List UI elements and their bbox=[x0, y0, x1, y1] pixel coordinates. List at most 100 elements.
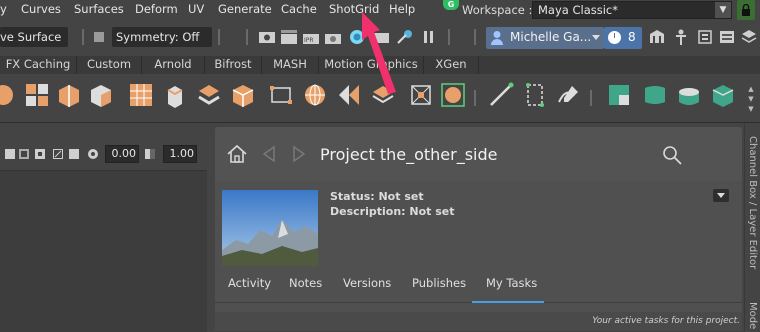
menu-generate[interactable]: Generate bbox=[218, 0, 272, 18]
exposure-field[interactable]: 0.00 bbox=[105, 145, 139, 163]
tab-my-tasks[interactable]: My Tasks bbox=[486, 276, 537, 290]
frame-all-icon[interactable] bbox=[52, 146, 64, 162]
footer-hint: Your active tasks for this project. bbox=[592, 316, 740, 326]
grid-sphere-icon[interactable] bbox=[440, 82, 466, 108]
grid-cube-icon[interactable] bbox=[128, 82, 154, 108]
tool-settings-icon[interactable] bbox=[718, 29, 736, 45]
divider bbox=[246, 29, 248, 45]
tab-motion-graphics[interactable]: Motion Graphics bbox=[319, 56, 424, 74]
menu-curves[interactable]: Curves bbox=[21, 0, 61, 18]
tab-activity[interactable]: Activity bbox=[228, 276, 271, 290]
tab-versions[interactable]: Versions bbox=[343, 276, 391, 290]
user-account-field[interactable]: Michelle Ga... bbox=[486, 27, 604, 49]
lock-icon[interactable] bbox=[737, 0, 755, 20]
aperture-icon[interactable] bbox=[86, 146, 100, 162]
bounding-box-icon[interactable] bbox=[408, 82, 434, 108]
menu-surfaces[interactable]: Surfaces bbox=[74, 0, 124, 18]
back-arrow-icon[interactable] bbox=[260, 145, 278, 163]
chevron-down-icon: ▼ bbox=[715, 2, 731, 18]
nurbs-square-icon[interactable] bbox=[606, 82, 632, 108]
character-icon[interactable] bbox=[672, 29, 690, 45]
snapshot-icon[interactable] bbox=[396, 29, 414, 45]
sphere-wire-icon[interactable] bbox=[302, 82, 328, 108]
bevel-cube-icon[interactable] bbox=[88, 82, 114, 108]
workspace-label: Workspace : bbox=[462, 3, 533, 17]
menu-shotgrid[interactable]: ShotGrid bbox=[329, 0, 379, 18]
tab-notes[interactable]: Notes bbox=[289, 276, 322, 290]
home-icon[interactable] bbox=[226, 144, 248, 164]
nurbs-cube-icon[interactable] bbox=[710, 82, 736, 108]
workspace-value: Maya Classic* bbox=[538, 3, 619, 17]
menu-deform[interactable]: Deform bbox=[135, 0, 178, 18]
pause-icon[interactable] bbox=[420, 29, 438, 45]
forward-arrow-icon[interactable] bbox=[290, 145, 308, 163]
channel-box-icon[interactable] bbox=[740, 29, 758, 45]
gamma-icon[interactable] bbox=[144, 146, 156, 162]
split-cube-icon[interactable] bbox=[56, 82, 82, 108]
details-dropdown-button[interactable] bbox=[713, 189, 729, 202]
divider bbox=[448, 29, 450, 45]
menu-cache[interactable]: Cache bbox=[281, 0, 317, 18]
layers-icon[interactable] bbox=[196, 82, 222, 108]
shelf-scroll-control[interactable]: ▲ ▼ ▼ bbox=[746, 84, 756, 116]
surface-mode-field[interactable]: ve Surface bbox=[0, 27, 68, 47]
clapper-icon[interactable] bbox=[280, 29, 298, 45]
chevron-down-icon bbox=[592, 35, 600, 40]
camera-sequencer-icon[interactable] bbox=[372, 29, 390, 45]
cv-box-icon[interactable] bbox=[522, 82, 548, 108]
bridge-icon[interactable] bbox=[336, 82, 362, 108]
symmetry-field[interactable]: Symmetry: Off bbox=[112, 27, 212, 47]
modeling-toolkit-tab[interactable]: Mode bbox=[747, 302, 758, 329]
tab-mash[interactable]: MASH bbox=[262, 56, 319, 74]
hypershade-icon[interactable] bbox=[348, 29, 366, 45]
tab-bifrost[interactable]: Bifrost bbox=[205, 56, 262, 74]
status-line-toolbar: ve Surface Symmetry: Off IPR Michelle Ga… bbox=[0, 21, 760, 55]
pencil-curve-icon[interactable] bbox=[556, 82, 582, 108]
nurbs-plane-icon[interactable] bbox=[642, 82, 668, 108]
multi-cube-icon[interactable] bbox=[24, 82, 50, 108]
notification-badge[interactable]: 8 bbox=[604, 27, 642, 49]
grid-toggle-icon[interactable] bbox=[4, 146, 16, 162]
tab-xgen[interactable]: XGen bbox=[424, 56, 479, 74]
tab-custom[interactable]: Custom bbox=[77, 56, 142, 74]
mode-icon[interactable] bbox=[90, 29, 108, 45]
render-view-icon[interactable] bbox=[258, 29, 276, 45]
tab-arnold[interactable]: Arnold bbox=[142, 56, 205, 74]
xray-icon[interactable] bbox=[18, 146, 30, 162]
user-name: Michelle Ga... bbox=[510, 30, 592, 44]
menu-help[interactable]: Help bbox=[389, 0, 415, 18]
display-icon[interactable] bbox=[68, 146, 80, 162]
channel-box-tab[interactable]: Channel Box / Layer Editor bbox=[747, 136, 758, 269]
viewport-canvas[interactable] bbox=[0, 170, 207, 332]
isolate-icon[interactable] bbox=[34, 146, 46, 162]
project-description: Description: Not set bbox=[330, 205, 455, 218]
divider bbox=[474, 29, 476, 45]
menu-item-partial[interactable]: y bbox=[0, 0, 7, 18]
project-title: Project the_other_side bbox=[320, 145, 498, 164]
ipr-render-icon[interactable]: IPR bbox=[302, 29, 320, 45]
shelf-tab-bar: FX Caching Custom Arnold Bifrost MASH Mo… bbox=[0, 56, 760, 74]
clock-icon bbox=[608, 31, 621, 44]
tab-fx-caching[interactable]: FX Caching bbox=[0, 56, 77, 74]
nurbs-cylinder-icon[interactable] bbox=[676, 82, 702, 108]
stack-icon[interactable] bbox=[370, 82, 396, 108]
asset-library-icon[interactable] bbox=[648, 29, 666, 45]
search-icon[interactable] bbox=[662, 145, 684, 165]
tab-publishes[interactable]: Publishes bbox=[412, 276, 466, 290]
notification-count: 8 bbox=[628, 30, 636, 44]
rectangle-select-icon[interactable] bbox=[268, 82, 294, 108]
project-status: Status: Not set bbox=[330, 190, 424, 203]
sphere-tool-icon[interactable] bbox=[0, 82, 16, 108]
curve-tool-icon[interactable] bbox=[488, 82, 514, 108]
extrude-icon[interactable] bbox=[162, 82, 188, 108]
divider bbox=[590, 90, 592, 106]
render-settings-icon[interactable] bbox=[324, 29, 342, 45]
menu-uv[interactable]: UV bbox=[188, 0, 204, 18]
divider bbox=[82, 29, 84, 45]
gamma-field[interactable]: 1.00 bbox=[163, 145, 197, 163]
attribute-editor-icon[interactable] bbox=[696, 29, 714, 45]
active-tab-indicator bbox=[472, 301, 544, 303]
workspace-select[interactable]: Maya Classic* ▼ bbox=[532, 1, 732, 19]
user-avatar-icon bbox=[491, 31, 503, 45]
cube-icon[interactable] bbox=[230, 82, 256, 108]
